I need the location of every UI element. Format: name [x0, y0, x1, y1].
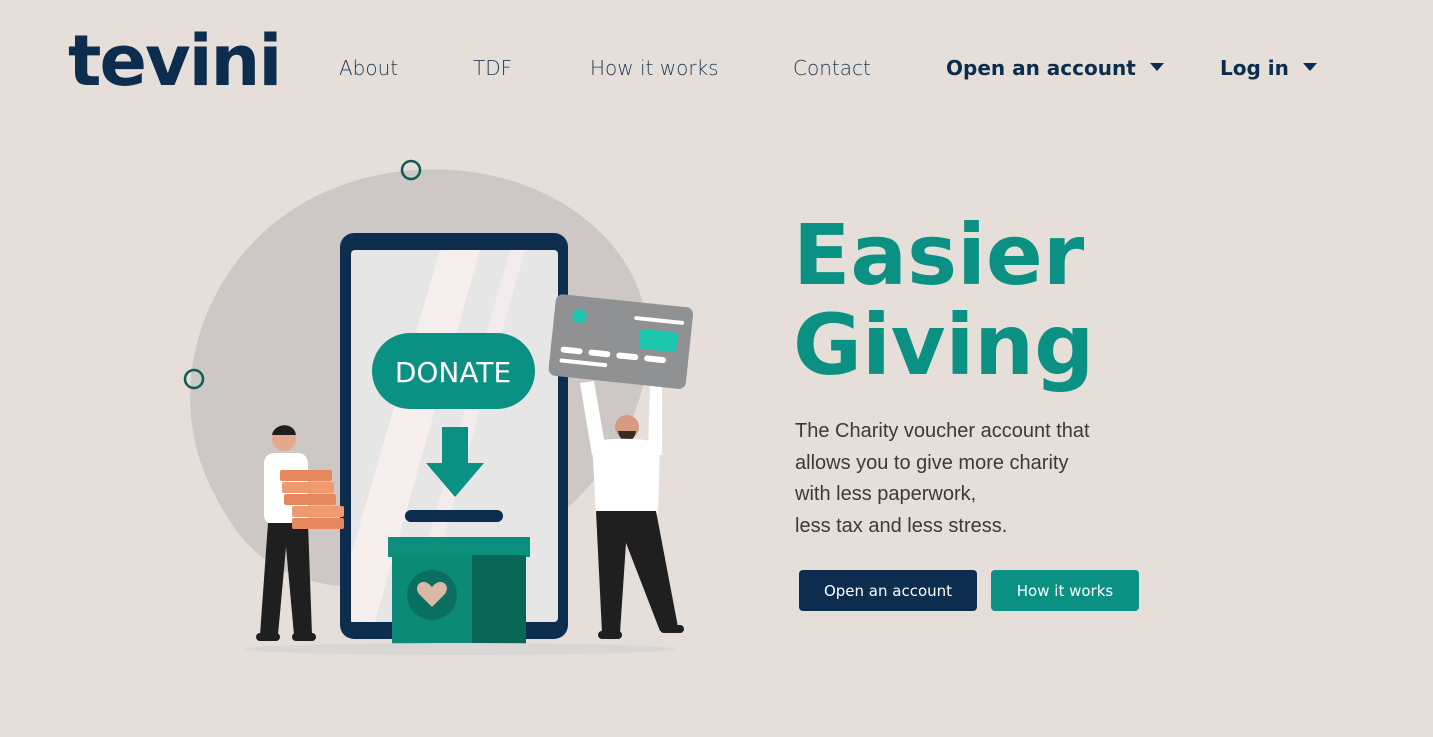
- nav-contact[interactable]: Contact: [793, 56, 871, 80]
- hero-description-line: less tax and less stress.: [795, 514, 1008, 537]
- donation-box-side: [472, 555, 526, 649]
- right-person-foot-l: [598, 631, 622, 639]
- nav-about[interactable]: About: [339, 56, 398, 80]
- site-header: tevini About TDF How it works Contact Op…: [0, 0, 1433, 130]
- left-person-foot-r: [292, 633, 316, 641]
- hero-title-line2: Giving: [793, 296, 1095, 394]
- chevron-down-icon: [1302, 63, 1317, 71]
- left-person-legs: [260, 523, 312, 635]
- left-person-foot-l: [256, 633, 280, 641]
- right-person-arm-r: [648, 383, 662, 455]
- credit-card: [548, 294, 694, 389]
- open-account-button[interactable]: Open an account: [799, 570, 977, 611]
- hero-description-line: The Charity voucher account that: [795, 420, 1090, 442]
- logo[interactable]: tevini: [68, 26, 282, 96]
- nav-open-account-dropdown[interactable]: Open an account: [946, 56, 1164, 80]
- hero-title-line1: Easier: [793, 206, 1085, 304]
- right-person-foot-r: [660, 625, 684, 633]
- right-person-legs: [596, 511, 678, 633]
- nav-tdf[interactable]: TDF: [473, 56, 512, 80]
- hero-title: Easier Giving: [793, 210, 1094, 390]
- donation-illustration: DONATE: [183, 159, 694, 655]
- slot-bar: [405, 510, 503, 522]
- nav-login-label: Log in: [1220, 56, 1289, 80]
- nav-login-dropdown[interactable]: Log in: [1220, 56, 1317, 80]
- chevron-down-icon: [1149, 63, 1164, 71]
- hero-description: The Charity voucher account that allows …: [795, 416, 1135, 542]
- ground-shadow: [245, 643, 675, 655]
- arrow-shaft: [442, 427, 468, 465]
- donate-label: DONATE: [395, 356, 511, 389]
- hero-description-line: allows you to give more charity: [795, 451, 1069, 474]
- donation-box-lid: [388, 537, 530, 557]
- hero-description-line: with less paperwork,: [795, 483, 977, 505]
- how-it-works-button[interactable]: How it works: [991, 570, 1139, 611]
- nav-how-it-works[interactable]: How it works: [590, 56, 719, 80]
- nav-open-account-label: Open an account: [946, 56, 1136, 80]
